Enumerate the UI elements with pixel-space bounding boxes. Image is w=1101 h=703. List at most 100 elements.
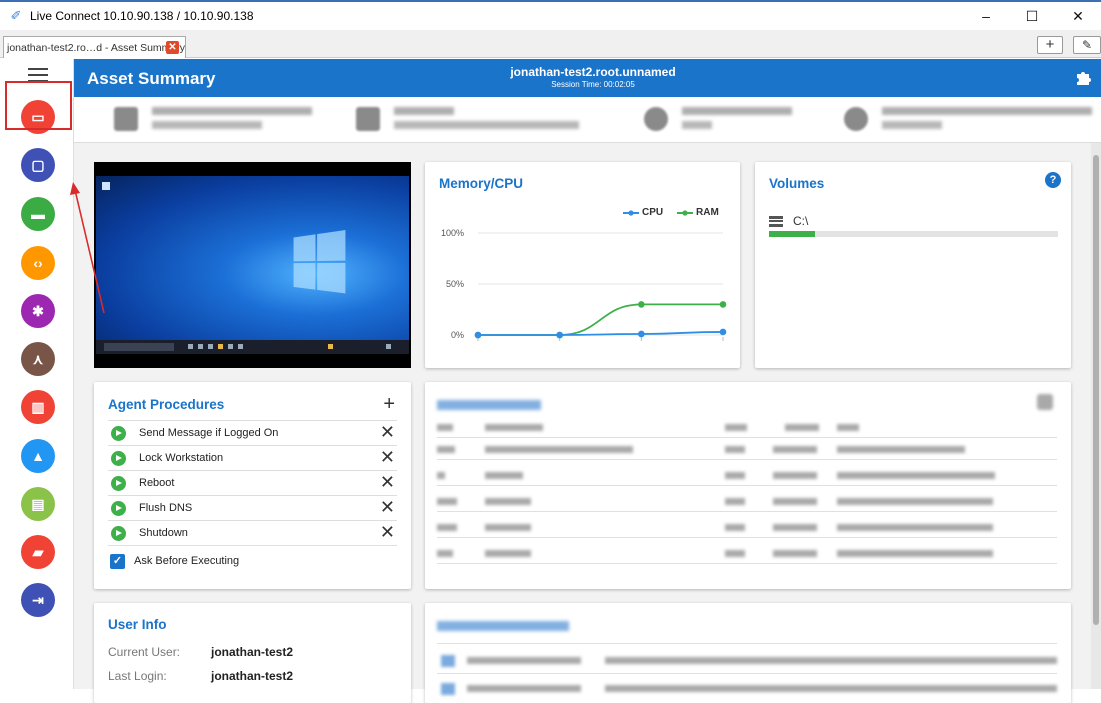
code-icon: ‹› xyxy=(33,255,43,271)
series-line-ram xyxy=(478,303,723,336)
data-point-cpu xyxy=(638,330,645,338)
run-procedure-icon[interactable] xyxy=(111,451,126,466)
data-point-cpu xyxy=(556,331,563,339)
book-icon: ▥ xyxy=(31,398,45,415)
sidebar-item-logout[interactable]: ⇥ xyxy=(21,583,55,617)
drive-icon xyxy=(769,215,783,227)
data-point-cpu xyxy=(474,331,482,339)
procedure-label: Reboot xyxy=(139,477,175,489)
summary-item-cpu xyxy=(844,105,1094,135)
run-procedure-icon[interactable] xyxy=(111,526,126,541)
event-log-card xyxy=(425,603,1071,703)
user-info-title: User Info xyxy=(108,617,167,632)
network-icon: ⋏ xyxy=(32,350,44,367)
system-summary-strip xyxy=(74,97,1101,143)
gear-icon: ✱ xyxy=(32,302,44,319)
remove-procedure-icon[interactable]: ✕ xyxy=(380,497,395,518)
sidebar-item-clipboard[interactable]: ▤ xyxy=(21,487,55,521)
summary-item-computer xyxy=(114,105,314,135)
add-procedure-button[interactable]: + xyxy=(383,394,395,414)
logout-icon: ⇥ xyxy=(32,591,44,608)
memory-cpu-chart: 100% 50% 0% xyxy=(441,228,727,341)
selected-item-highlight xyxy=(5,81,72,130)
volume-label: C:\ xyxy=(793,214,809,228)
procedure-label: Shutdown xyxy=(139,527,188,539)
volume-row: C:\ xyxy=(769,214,808,228)
edit-button[interactable]: ✎ xyxy=(1073,36,1101,54)
sidebar-item-warning[interactable]: ▲ xyxy=(21,439,55,473)
maximize-button[interactable]: ☐ xyxy=(1009,2,1055,30)
folder-icon: ▬ xyxy=(31,206,45,222)
sidebar-item-remote-desktop[interactable]: ▢ xyxy=(21,148,55,182)
sidebar-item-gear[interactable]: ✱ xyxy=(21,294,55,328)
procedure-row: Shutdown ✕ xyxy=(108,520,397,545)
left-nav-rail: ▭ ▢ ▬ ‹› ✱ ⋏ ▥ ▲ ▤ ▰ ⇥ xyxy=(0,59,74,689)
sidebar-item-code[interactable]: ‹› xyxy=(21,246,55,280)
y-tick-label: 0% xyxy=(451,330,464,340)
y-tick-label: 50% xyxy=(446,279,464,289)
summary-item-security xyxy=(644,105,794,135)
machine-name: jonathan-test2.root.unnamed xyxy=(510,65,676,79)
sidebar-item-folder[interactable]: ▬ xyxy=(21,197,55,231)
puzzle-icon[interactable] xyxy=(1075,68,1093,91)
sidebar-item-chat[interactable]: ▰ xyxy=(21,535,55,569)
agent-procedures-title: Agent Procedures xyxy=(108,397,225,412)
tab-label: jonathan-test2.ro…d - Asset Summary xyxy=(7,41,185,54)
window-title-bar: ✐ Live Connect 10.10.90.138 / 10.10.90.1… xyxy=(0,0,1101,30)
procedure-label: Send Message if Logged On xyxy=(139,427,279,439)
remove-procedure-icon[interactable]: ✕ xyxy=(380,447,395,468)
volumes-title: Volumes xyxy=(769,176,825,191)
sidebar-item-book[interactable]: ▥ xyxy=(21,390,55,424)
volumes-card: Volumes ? C:\ xyxy=(755,162,1071,368)
ask-before-executing-label: Ask Before Executing xyxy=(134,555,240,567)
app-logo-icon: ✐ xyxy=(10,8,22,23)
procedure-row: Flush DNS ✕ xyxy=(108,495,397,520)
vertical-scrollbar[interactable] xyxy=(1091,143,1101,689)
help-icon[interactable]: ? xyxy=(1045,172,1061,188)
procedure-row: Lock Workstation ✕ xyxy=(108,445,397,470)
tab-strip: jonathan-test2.ro…d - Asset Summary ✕ + … xyxy=(0,30,1101,58)
data-point-ram xyxy=(638,301,645,308)
session-time: Session Time: 00:02:05 xyxy=(551,80,635,89)
run-procedure-icon[interactable] xyxy=(111,476,126,491)
memory-cpu-card: Memory/CPU CPU RAM 100% 50% 0% xyxy=(425,162,740,368)
procedure-row: Send Message if Logged On ✕ xyxy=(108,420,397,445)
remote-desktop-thumbnail[interactable] xyxy=(94,162,411,368)
remote-desktop-icon: ▢ xyxy=(31,156,45,173)
last-login-row: Last Login: jonathan-test2 xyxy=(108,669,294,683)
volume-usage-bar xyxy=(769,231,1058,237)
data-point-ram xyxy=(719,301,727,308)
ask-before-executing-checkbox[interactable]: ✓ xyxy=(110,554,125,569)
data-point-cpu xyxy=(719,328,727,336)
y-tick-label: 100% xyxy=(441,228,464,238)
minimize-button[interactable]: – xyxy=(963,2,1009,30)
sidebar-item-network[interactable]: ⋏ xyxy=(21,342,55,376)
cpu-icon xyxy=(844,107,868,131)
clipboard-icon: ▤ xyxy=(31,495,45,512)
run-procedure-icon[interactable] xyxy=(111,501,126,516)
menu-icon[interactable] xyxy=(28,68,48,82)
remove-procedure-icon[interactable]: ✕ xyxy=(380,472,395,493)
window-title: Live Connect 10.10.90.138 / 10.10.90.138 xyxy=(30,9,254,23)
close-tab-icon[interactable]: ✕ xyxy=(166,41,179,54)
windows-icon xyxy=(356,107,380,131)
app-header: Asset Summary jonathan-test2.root.unname… xyxy=(74,59,1101,97)
monitor-icon xyxy=(114,107,138,131)
shield-icon xyxy=(644,107,668,131)
remove-procedure-icon[interactable]: ✕ xyxy=(380,522,395,543)
warning-icon: ▲ xyxy=(31,448,45,464)
run-procedure-icon[interactable] xyxy=(111,426,126,441)
agent-procedures-card: Agent Procedures + Send Message if Logge… xyxy=(94,382,411,589)
user-info-card: User Info Current User: jonathan-test2 La… xyxy=(94,603,411,703)
current-user-row: Current User: jonathan-test2 xyxy=(108,645,294,659)
tab-asset-summary[interactable]: jonathan-test2.ro…d - Asset Summary ✕ xyxy=(3,36,186,58)
close-window-button[interactable]: ✕ xyxy=(1055,2,1101,30)
procedure-label: Flush DNS xyxy=(139,502,193,514)
summary-item-os xyxy=(356,105,586,135)
procedure-row: Reboot ✕ xyxy=(108,470,397,495)
procedure-label: Lock Workstation xyxy=(139,452,224,464)
chat-icon: ▰ xyxy=(32,543,44,560)
add-tab-button[interactable]: + xyxy=(1037,36,1063,54)
remove-procedure-icon[interactable]: ✕ xyxy=(380,422,395,443)
top-processes-card xyxy=(425,382,1071,589)
